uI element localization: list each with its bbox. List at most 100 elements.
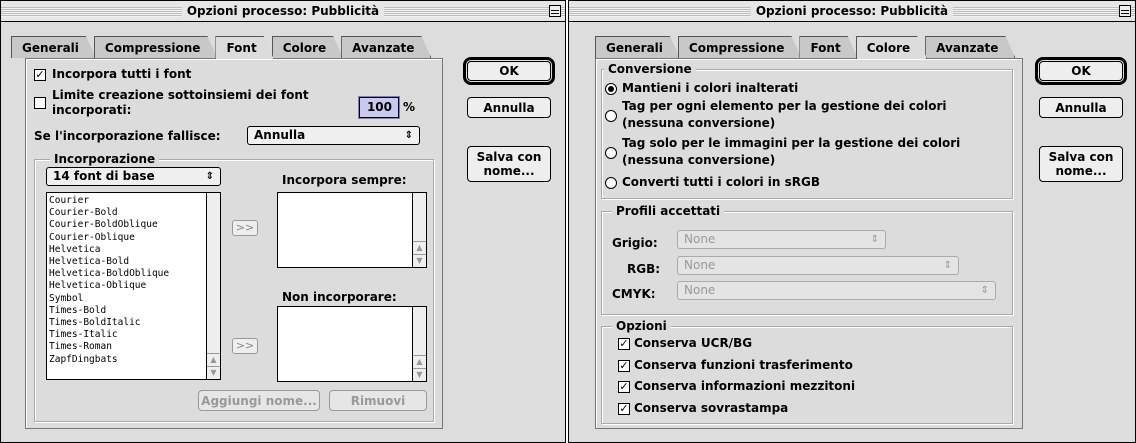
font-list-item[interactable]: Courier-Bold bbox=[49, 207, 169, 219]
font-list-item[interactable]: Times-Bold bbox=[49, 305, 169, 317]
scroll-up-icon[interactable]: ▲ bbox=[413, 355, 426, 368]
preserve-transfer-label: Conserva funzioni trasferimento bbox=[634, 358, 853, 372]
save-as-label-1: Salva con bbox=[1048, 150, 1114, 164]
font-list-item[interactable]: Helvetica bbox=[49, 244, 169, 256]
always-embed-list[interactable]: ▲ ▼ bbox=[277, 192, 427, 268]
subset-limit-label-2: incorporati: bbox=[52, 103, 132, 117]
font-options-window: Opzioni processo: Pubblicità Generali Co… bbox=[0, 0, 566, 443]
rgb-profile-value: None bbox=[684, 258, 716, 272]
never-embed-list[interactable]: ▲ ▼ bbox=[277, 306, 427, 382]
available-fonts-list[interactable]: Courier Courier-Bold Courier-BoldOblique Co… bbox=[46, 192, 221, 380]
font-list-item[interactable]: Times-BoldItalic bbox=[49, 317, 169, 329]
tab-general[interactable]: Generali bbox=[595, 36, 680, 58]
tab-color[interactable]: Colore bbox=[856, 36, 927, 59]
never-embed-scrollbar[interactable]: ▲ ▼ bbox=[412, 307, 426, 381]
profiles-group-title: Profili accettati bbox=[612, 204, 725, 218]
ok-button[interactable]: OK bbox=[463, 57, 555, 85]
embed-fail-label: Se l'incorporazione fallisce: bbox=[34, 129, 221, 143]
conversion-group-title: Conversione bbox=[604, 62, 696, 76]
font-list-item[interactable]: Courier-BoldOblique bbox=[49, 219, 169, 231]
scroll-up-icon[interactable]: ▲ bbox=[207, 353, 220, 366]
add-always-embed-button[interactable]: >> bbox=[232, 220, 258, 236]
preserve-ucr-label: Conserva UCR/BG bbox=[634, 336, 753, 350]
tag-images-radio[interactable] bbox=[605, 147, 617, 159]
subset-limit-checkbox[interactable] bbox=[34, 97, 46, 109]
font-source-popup[interactable]: 14 font di base ⇕ bbox=[46, 167, 221, 186]
embed-fail-value: Annulla bbox=[254, 128, 306, 142]
preserve-overprint-checkbox[interactable]: ✓ bbox=[618, 403, 630, 415]
never-embed-label: Non incorporare: bbox=[282, 290, 397, 304]
remove-button[interactable]: Rimuovi bbox=[329, 390, 427, 411]
font-list-item[interactable]: Courier-Oblique bbox=[49, 232, 169, 244]
tag-all-radio[interactable] bbox=[605, 110, 617, 122]
font-list-item[interactable]: Times-Italic bbox=[49, 329, 169, 341]
font-list-item[interactable]: Helvetica-BoldOblique bbox=[49, 268, 169, 280]
preserve-ucr-checkbox[interactable]: ✓ bbox=[618, 338, 630, 350]
cmyk-profile-popup[interactable]: None ⇕ bbox=[677, 281, 996, 300]
preserve-transfer-checkbox[interactable]: ✓ bbox=[618, 360, 630, 372]
tab-advanced[interactable]: Avanzate bbox=[925, 36, 1015, 58]
save-as-button[interactable]: Salva con nome... bbox=[1039, 146, 1123, 182]
tab-color[interactable]: Colore bbox=[272, 36, 343, 58]
options-group-title: Opzioni bbox=[612, 319, 671, 333]
popup-arrows-icon: ⇕ bbox=[943, 260, 952, 271]
keep-colors-radio[interactable] bbox=[605, 83, 617, 95]
scroll-down-icon[interactable]: ▼ bbox=[413, 254, 426, 267]
embed-all-checkbox[interactable]: ✓ bbox=[34, 69, 46, 81]
window-title: Opzioni processo: Pubblicità bbox=[181, 3, 385, 20]
gray-profile-popup[interactable]: None ⇕ bbox=[677, 230, 886, 249]
preserve-halftone-label: Conserva informazioni mezzitoni bbox=[634, 379, 856, 393]
popup-arrows-icon: ⇕ bbox=[870, 234, 879, 245]
embed-fail-popup[interactable]: Annulla ⇕ bbox=[247, 126, 420, 145]
save-as-label-2: nome... bbox=[1055, 164, 1107, 178]
popup-arrows-icon: ⇕ bbox=[404, 130, 413, 141]
font-list-item[interactable]: Symbol bbox=[49, 293, 169, 305]
title-bar[interactable]: Opzioni processo: Pubblicità bbox=[1, 1, 565, 22]
rgb-profile-popup[interactable]: None ⇕ bbox=[677, 256, 959, 275]
tab-advanced[interactable]: Avanzate bbox=[341, 36, 431, 58]
add-never-embed-button[interactable]: >> bbox=[232, 338, 258, 354]
font-list-item[interactable]: Helvetica-Bold bbox=[49, 256, 169, 268]
keep-colors-label: Mantieni i colori inalterati bbox=[622, 81, 799, 95]
tab-font[interactable]: Font bbox=[215, 36, 273, 59]
scroll-up-icon[interactable]: ▲ bbox=[413, 241, 426, 254]
tag-images-label: Tag solo per le immagini per la gestione… bbox=[622, 136, 961, 150]
subset-percent-field[interactable]: 100 bbox=[359, 97, 399, 118]
tab-compression[interactable]: Compressione bbox=[94, 36, 218, 58]
title-bar[interactable]: Opzioni processo: Pubblicità bbox=[569, 1, 1135, 22]
add-name-button[interactable]: Aggiungi nome... bbox=[198, 390, 320, 411]
font-list-item[interactable]: Courier bbox=[49, 195, 169, 207]
popup-arrows-icon: ⇕ bbox=[980, 285, 989, 296]
font-tab-panel: ✓ Incorpora tutti i font Limite creazion… bbox=[25, 58, 443, 429]
font-source-value: 14 font di base bbox=[53, 169, 155, 183]
font-list-item[interactable]: Times-Roman bbox=[49, 341, 169, 353]
convert-srgb-radio[interactable] bbox=[605, 177, 617, 189]
cancel-button[interactable]: Annulla bbox=[1039, 97, 1123, 118]
gray-profile-label: Grigio: bbox=[612, 236, 658, 250]
always-embed-scrollbar[interactable]: ▲ ▼ bbox=[412, 193, 426, 267]
cmyk-profile-value: None bbox=[684, 283, 716, 297]
embed-all-label: Incorpora tutti i font bbox=[52, 67, 192, 81]
tab-font[interactable]: Font bbox=[799, 36, 857, 58]
convert-srgb-label: Converti tutti i colori in sRGB bbox=[622, 175, 820, 189]
font-list-scrollbar[interactable]: ▲ ▼ bbox=[206, 193, 220, 379]
scroll-down-icon[interactable]: ▼ bbox=[413, 368, 426, 381]
color-tab-panel: Conversione Mantieni i colori inalterati… bbox=[595, 58, 1023, 429]
preserve-halftone-checkbox[interactable]: ✓ bbox=[618, 381, 630, 393]
cancel-button[interactable]: Annulla bbox=[467, 97, 551, 118]
scroll-down-icon[interactable]: ▼ bbox=[207, 366, 220, 379]
ok-button[interactable]: OK bbox=[1035, 57, 1127, 85]
font-list-item[interactable]: Helvetica-Oblique bbox=[49, 280, 169, 292]
tab-compression[interactable]: Compressione bbox=[678, 36, 802, 58]
collapse-box-icon[interactable] bbox=[549, 5, 561, 17]
tab-bar: Generali Compressione Font Colore Avanza… bbox=[11, 36, 429, 58]
tab-general[interactable]: Generali bbox=[11, 36, 96, 58]
gray-profile-value: None bbox=[684, 232, 716, 246]
collapse-box-icon[interactable] bbox=[1119, 5, 1131, 17]
color-options-window: Opzioni processo: Pubblicità Generali Co… bbox=[568, 0, 1136, 443]
always-embed-label: Incorpora sempre: bbox=[282, 173, 407, 187]
font-list-item[interactable]: ZapfDingbats bbox=[49, 354, 169, 366]
window-title: Opzioni processo: Pubblicità bbox=[750, 3, 954, 20]
save-as-button[interactable]: Salva con nome... bbox=[467, 146, 551, 182]
embedding-group-title: Incorporazione bbox=[50, 152, 160, 166]
